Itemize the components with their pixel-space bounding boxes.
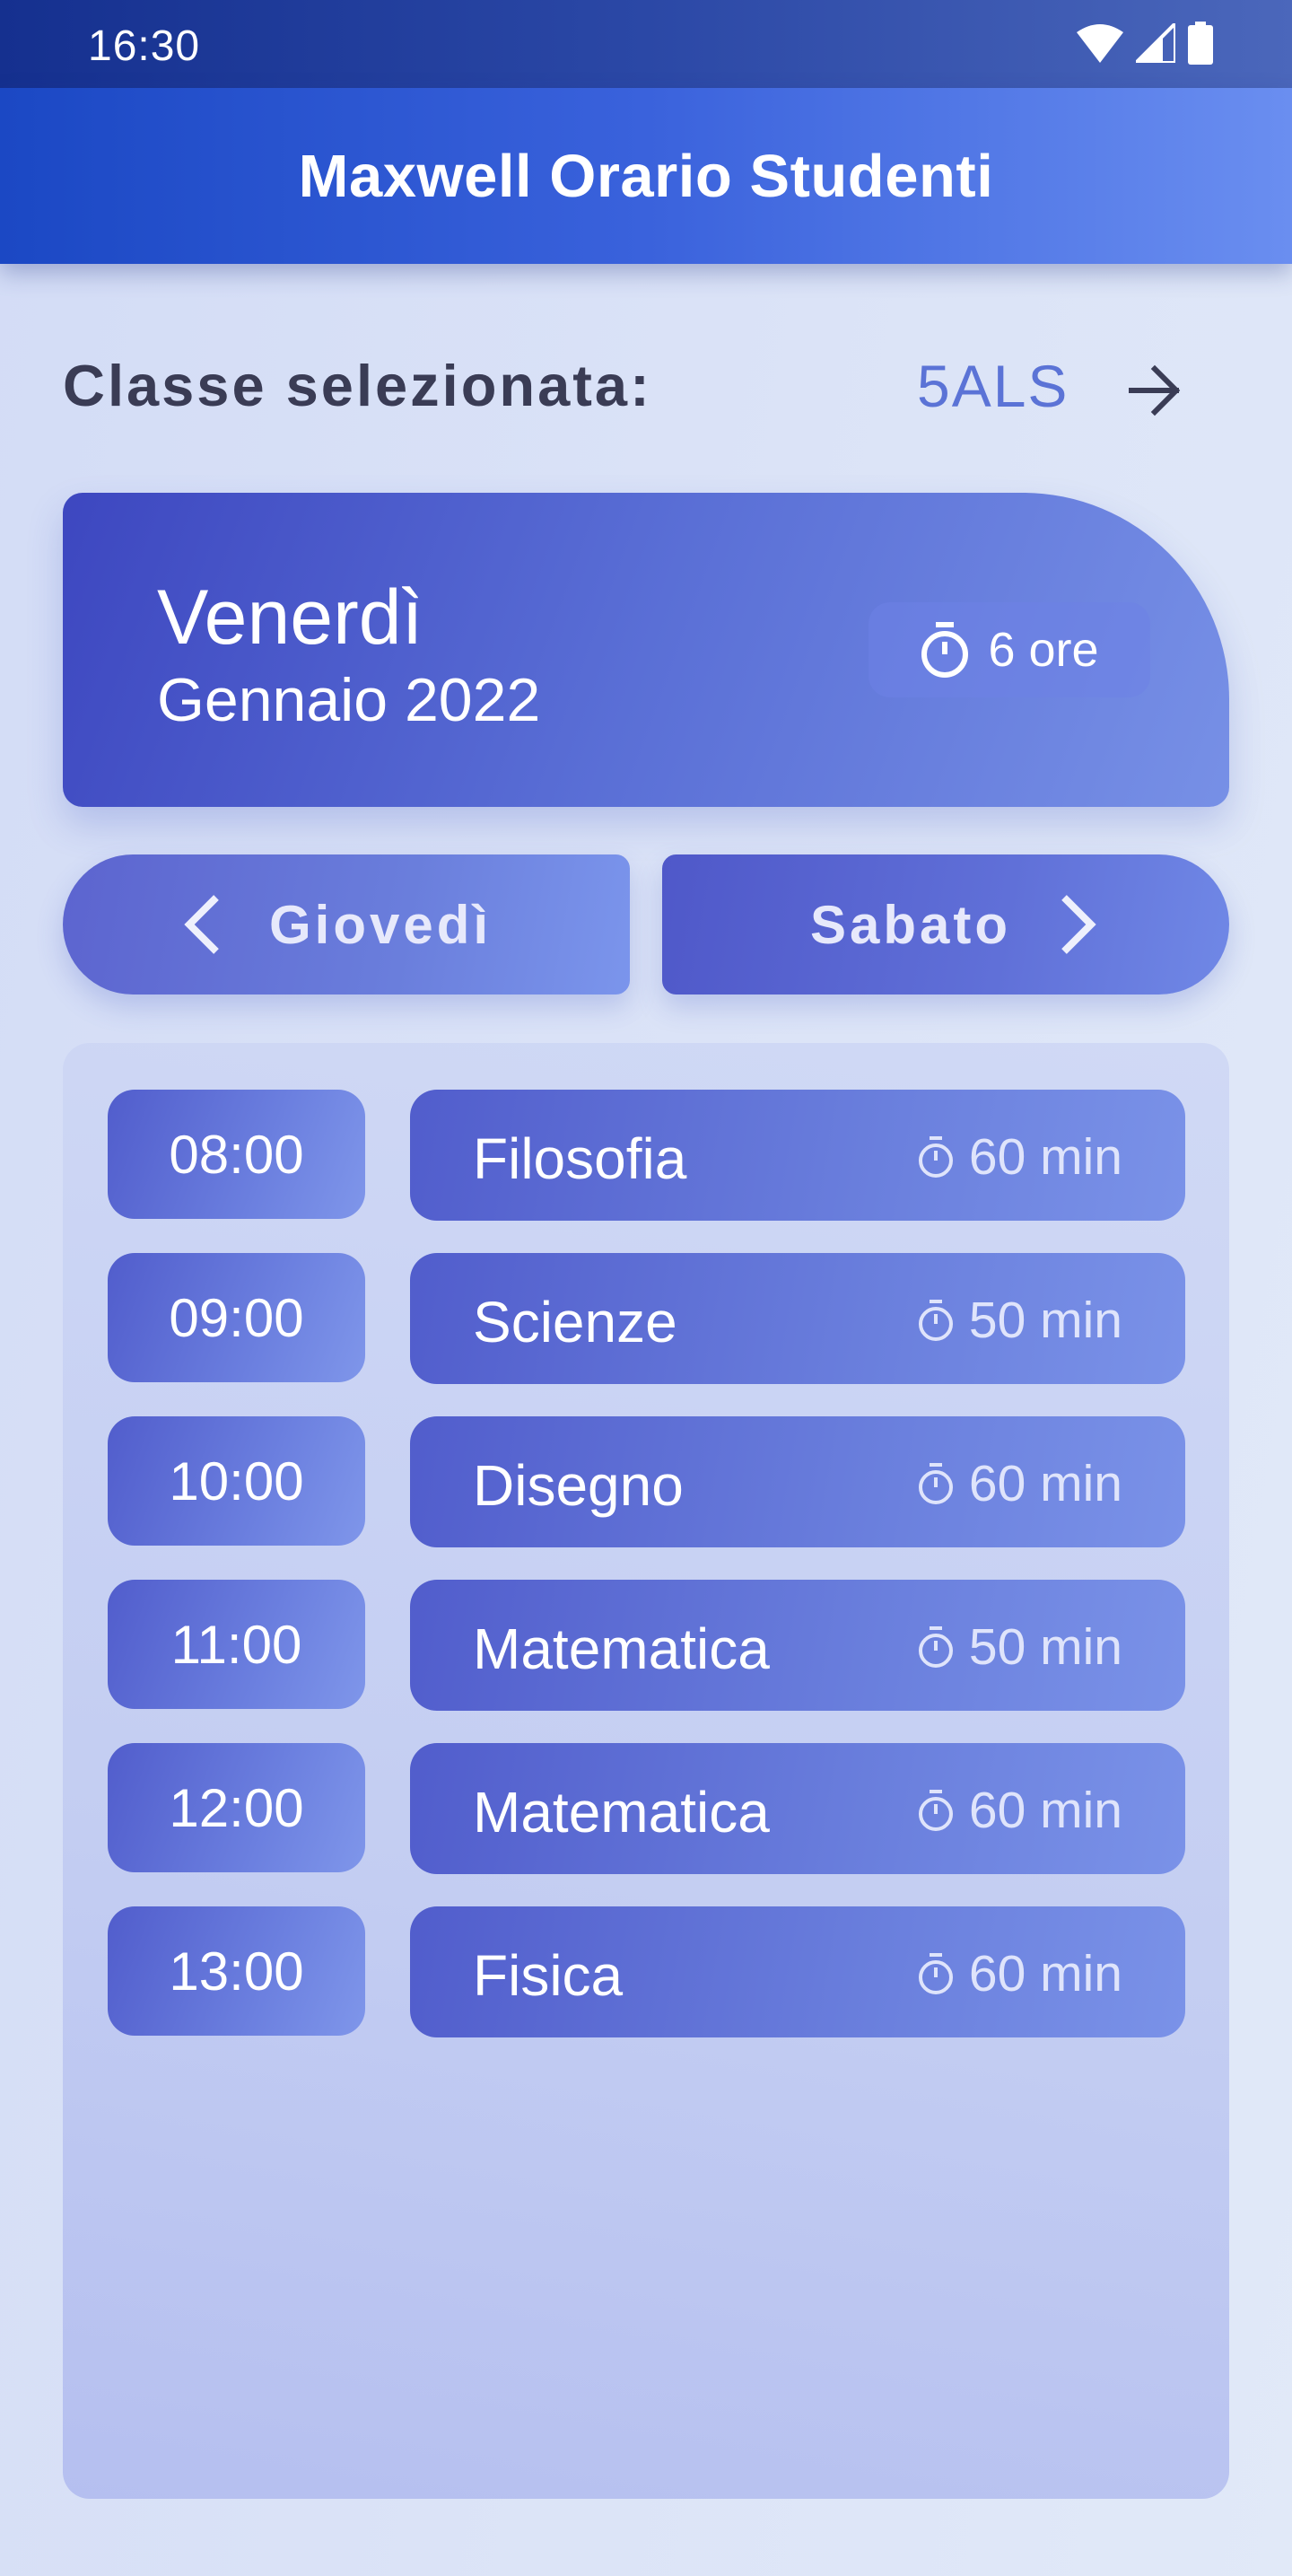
- lesson-duration: 60 min: [917, 1944, 1122, 2003]
- app-title: Maxwell Orario Studenti: [298, 142, 994, 210]
- lesson-time: 09:00: [108, 1253, 365, 1382]
- day-name: Venerdì: [157, 574, 423, 661]
- lesson-duration: 50 min: [917, 1617, 1122, 1677]
- schedule-row[interactable]: 08:00 Filosofia 60 min: [63, 1090, 1229, 1221]
- hours-badge: 6 ore: [869, 602, 1150, 697]
- next-day-button[interactable]: Sabato: [662, 854, 1229, 994]
- lesson-subject: Matematica: [473, 1617, 770, 1681]
- timer-icon: [918, 1463, 953, 1504]
- lesson-card[interactable]: Filosofia 60 min: [410, 1090, 1185, 1221]
- month-year: Gennaio 2022: [157, 666, 541, 734]
- schedule-row[interactable]: 12:00 Matematica 60 min: [63, 1743, 1229, 1874]
- schedule-row[interactable]: 09:00 Scienze 50 min: [63, 1253, 1229, 1384]
- timer-icon: [918, 1626, 953, 1668]
- lesson-time: 11:00: [108, 1580, 365, 1709]
- schedule-row[interactable]: 11:00 Matematica 50 min: [63, 1580, 1229, 1711]
- status-bar: 16:30: [0, 0, 1292, 88]
- selected-class-value[interactable]: 5ALS: [917, 352, 1069, 420]
- app-bar: Maxwell Orario Studenti: [0, 88, 1292, 264]
- hours-count: 6 ore: [988, 623, 1099, 677]
- previous-day-button[interactable]: Giovedì: [63, 854, 630, 994]
- class-selector-label: Classe selezionata:: [63, 353, 652, 418]
- status-time: 16:30: [88, 22, 201, 70]
- lesson-card[interactable]: Matematica 60 min: [410, 1743, 1185, 1874]
- class-selector[interactable]: Classe selezionata: 5ALS: [63, 341, 1229, 440]
- arrow-right-icon[interactable]: [1124, 361, 1187, 420]
- wifi-icon: [1077, 24, 1123, 63]
- lesson-duration-text: 60 min: [968, 1945, 1122, 2002]
- lesson-time: 13:00: [108, 1906, 365, 2036]
- chevron-right-icon: [1061, 895, 1096, 954]
- lesson-subject: Fisica: [473, 1943, 624, 2008]
- previous-day-label: Giovedì: [269, 894, 493, 955]
- schedule-row[interactable]: 10:00 Disegno 60 min: [63, 1416, 1229, 1547]
- lesson-time: 10:00: [108, 1416, 365, 1546]
- day-card: Venerdì Gennaio 2022 6 ore: [63, 493, 1229, 807]
- lesson-duration-text: 50 min: [968, 1618, 1122, 1676]
- lesson-card[interactable]: Disegno 60 min: [410, 1416, 1185, 1547]
- timer-icon: [918, 1790, 953, 1831]
- chevron-left-icon: [184, 895, 219, 954]
- timer-icon: [918, 1300, 953, 1341]
- lesson-card[interactable]: Matematica 50 min: [410, 1580, 1185, 1711]
- lesson-card[interactable]: Scienze 50 min: [410, 1253, 1185, 1384]
- lesson-time: 12:00: [108, 1743, 365, 1872]
- lesson-duration: 60 min: [917, 1454, 1122, 1513]
- lesson-subject: Scienze: [473, 1290, 677, 1354]
- timer-icon: [921, 622, 969, 678]
- cell-signal-icon: [1136, 23, 1175, 63]
- lesson-subject: Disegno: [473, 1453, 684, 1518]
- status-icons: [1077, 22, 1213, 65]
- lesson-duration-text: 60 min: [968, 1782, 1122, 1839]
- lesson-subject: Matematica: [473, 1780, 770, 1844]
- lesson-duration-text: 60 min: [968, 1455, 1122, 1512]
- lesson-duration: 60 min: [917, 1127, 1122, 1187]
- schedule-panel: 08:00 Filosofia 60 min 09:00 Scienze 50 …: [63, 1043, 1229, 2499]
- schedule-row[interactable]: 13:00 Fisica 60 min: [63, 1906, 1229, 2037]
- battery-icon: [1188, 22, 1213, 65]
- lesson-duration: 60 min: [917, 1781, 1122, 1840]
- next-day-label: Sabato: [810, 894, 1012, 955]
- lesson-time: 08:00: [108, 1090, 365, 1219]
- lesson-duration: 50 min: [917, 1291, 1122, 1350]
- lesson-duration-text: 60 min: [968, 1128, 1122, 1186]
- timer-icon: [918, 1136, 953, 1178]
- timer-icon: [918, 1953, 953, 1994]
- lesson-duration-text: 50 min: [968, 1292, 1122, 1349]
- lesson-subject: Filosofia: [473, 1126, 687, 1191]
- lesson-card[interactable]: Fisica 60 min: [410, 1906, 1185, 2037]
